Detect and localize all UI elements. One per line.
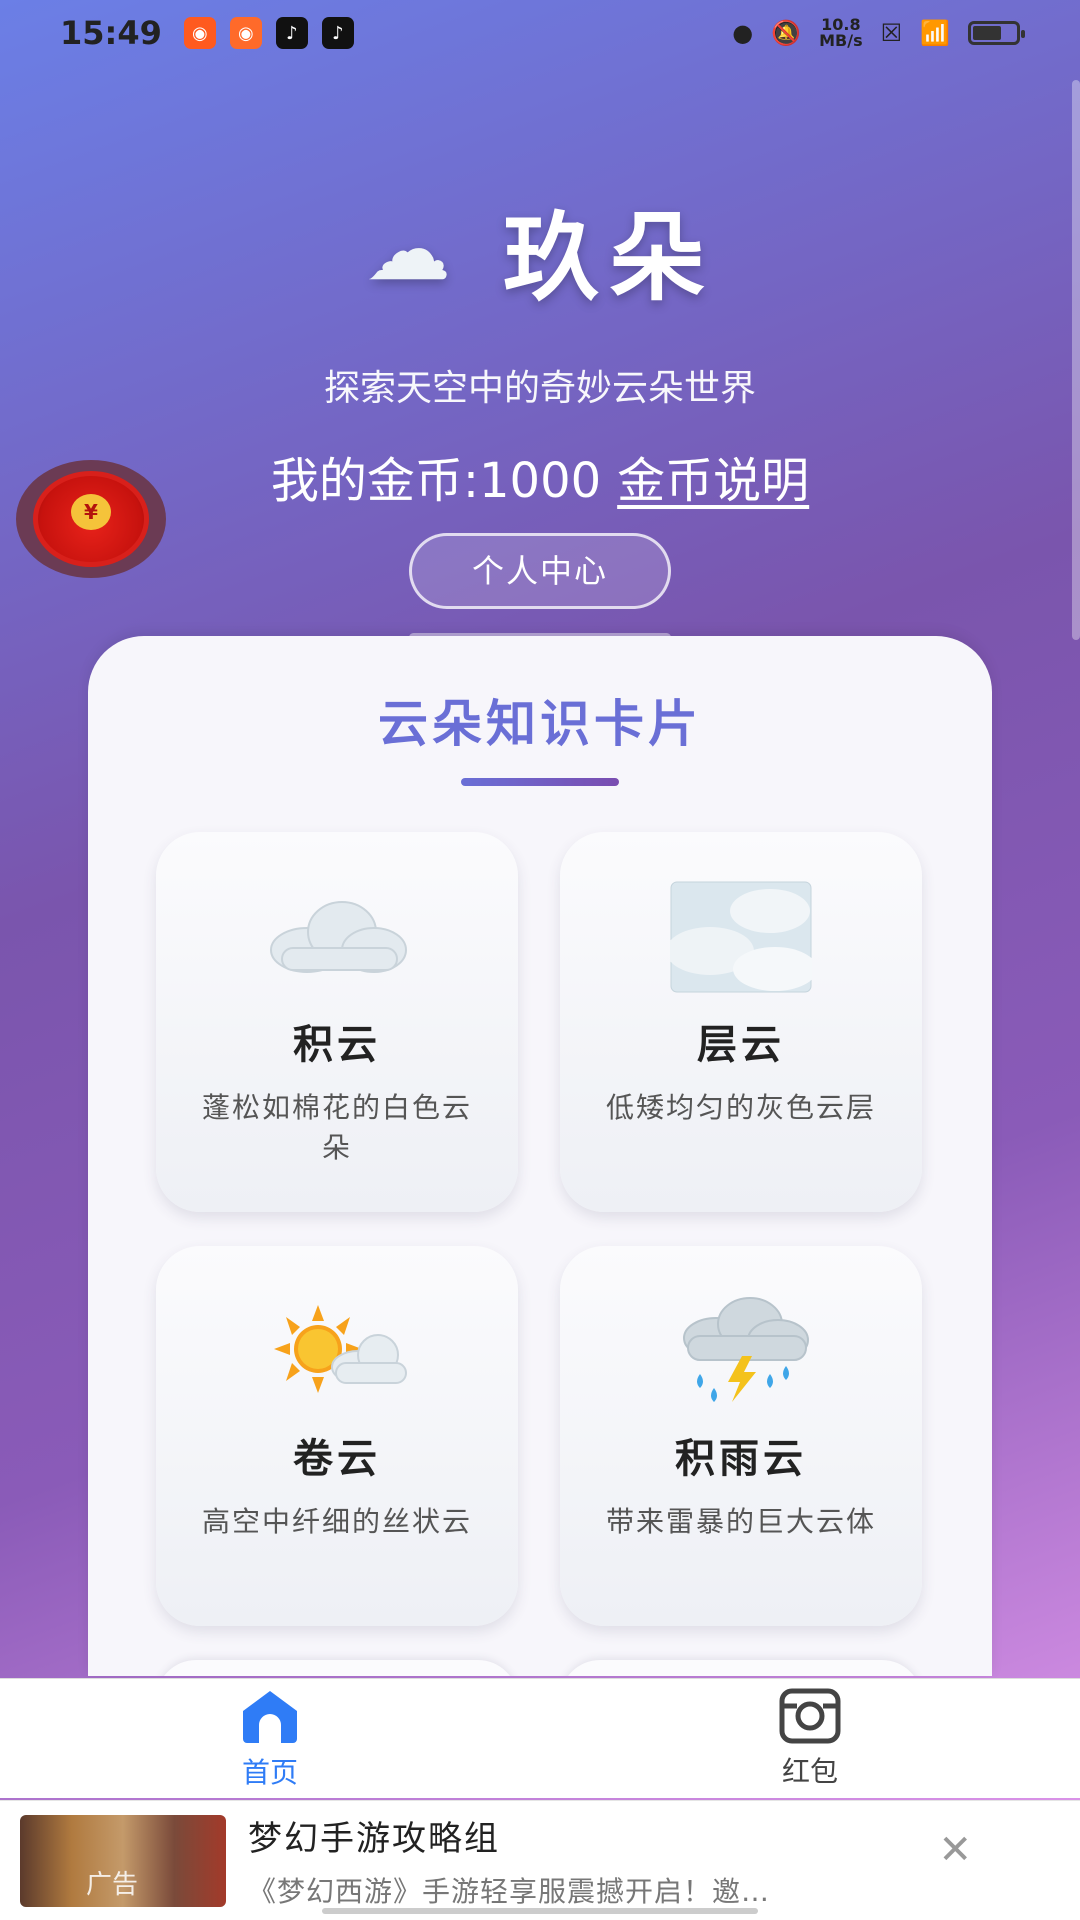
wifi-icon: 📶 bbox=[920, 19, 950, 47]
thunder-rain-cloud-icon bbox=[560, 1296, 922, 1406]
card-desc: 高空中纤细的丝状云 bbox=[201, 1505, 472, 1538]
panel-title: 云朵知识卡片 bbox=[378, 695, 702, 753]
card-name: 积雨云 bbox=[675, 1436, 807, 1482]
coins-balance: 我的金币:1000 bbox=[270, 453, 602, 509]
home-icon bbox=[243, 1690, 297, 1743]
card-desc: 带来雷暴的巨大云体 bbox=[605, 1505, 876, 1538]
bottom-nav: 首页 红包 bbox=[0, 1678, 1080, 1798]
app-subtitle: 探索天空中的奇妙云朵世界 bbox=[323, 368, 756, 409]
app-name: 玖朵 bbox=[503, 202, 715, 314]
cloud-card-partial[interactable] bbox=[560, 1660, 922, 1676]
cloud-icon: ☁ bbox=[365, 199, 461, 300]
fog-icon bbox=[560, 881, 922, 993]
status-time: 15:49 bbox=[60, 14, 162, 52]
ad-title: 梦幻手游攻略组 bbox=[248, 1819, 500, 1859]
cloud-card-grid: 积云 蓬松如棉花的白色云朵 层云 低矮均匀的灰色云层 卷云 高空中纤细的丝状云 … bbox=[156, 832, 926, 1676]
profile-button[interactable]: 个人中心 bbox=[409, 533, 671, 609]
cloud-card-cirrus[interactable]: 卷云 高空中纤细的丝状云 bbox=[156, 1246, 518, 1626]
battery-icon bbox=[968, 21, 1025, 45]
status-bar: 15:49 ◉ ◉ ♪ ♪ ● 🔕 10.8 MB/s ☒ 📶 bbox=[0, 0, 1080, 66]
card-name: 积云 bbox=[293, 1022, 381, 1068]
ad-text: 梦幻手游攻略组 《梦幻西游》手游轻享服震撼开启！邀… bbox=[248, 1811, 888, 1910]
net-speed: 10.8 MB/s bbox=[819, 15, 863, 50]
nav-redpacket[interactable]: 红包 bbox=[540, 1679, 1080, 1798]
panel-title-underline bbox=[461, 778, 619, 786]
cloud-card-stratus[interactable]: 层云 低矮均匀的灰色云层 bbox=[560, 832, 922, 1212]
app-title: ☁ 玖朵 bbox=[0, 180, 1080, 319]
douyin-icon: ♪ bbox=[275, 17, 308, 49]
sun-behind-cloud-icon bbox=[156, 1296, 518, 1406]
kuaishou-lite-icon: ◉ bbox=[229, 17, 262, 49]
card-name: 卷云 bbox=[293, 1436, 381, 1482]
ad-image: 广告 bbox=[20, 1814, 226, 1907]
card-name: 层云 bbox=[697, 1022, 785, 1068]
home-indicator bbox=[322, 1908, 758, 1914]
location-icon: ● bbox=[732, 19, 754, 47]
cloud-knowledge-panel: 云朵知识卡片 积云 蓬松如棉花的白色云朵 层云 低矮均匀的灰色云层 卷云 高空中… bbox=[88, 636, 992, 1676]
cloud-card-partial[interactable] bbox=[156, 1660, 518, 1676]
douyin-lite-icon: ♪ bbox=[321, 17, 354, 49]
coins-info-link[interactable]: 金币说明 bbox=[617, 453, 809, 509]
kuaishou-icon: ◉ bbox=[183, 17, 216, 49]
notification-icons: ◉ ◉ ♪ ♪ bbox=[183, 17, 354, 49]
sim-off-icon: ☒ bbox=[880, 19, 903, 47]
redpacket-icon: ¥ bbox=[33, 471, 149, 567]
floating-redpacket-button[interactable]: ¥ bbox=[16, 460, 166, 578]
card-desc: 蓬松如棉花的白色云朵 bbox=[201, 1091, 472, 1164]
ad-banner[interactable]: 广告 梦幻手游攻略组 《梦幻西游》手游轻享服震撼开启！邀… ✕ bbox=[0, 1800, 1080, 1920]
nav-home-label: 首页 bbox=[241, 1755, 298, 1789]
ad-tag: 广告 bbox=[86, 1869, 139, 1900]
redpacket-coin: ¥ bbox=[71, 494, 111, 530]
nav-redpacket-label: 红包 bbox=[781, 1754, 838, 1788]
status-right: ● 🔕 10.8 MB/s ☒ 📶 bbox=[732, 15, 1025, 50]
nav-home[interactable]: 首页 bbox=[0, 1679, 540, 1798]
mute-icon: 🔕 bbox=[771, 19, 802, 47]
cloud-card-cumulonimbus[interactable]: 积雨云 带来雷暴的巨大云体 bbox=[560, 1246, 922, 1626]
card-desc: 低矮均匀的灰色云层 bbox=[605, 1091, 876, 1124]
cloud-icon bbox=[156, 882, 518, 992]
ad-desc: 《梦幻西游》手游轻享服震撼开启！邀… bbox=[248, 1875, 771, 1908]
hero-section: ☁ 玖朵 探索天空中的奇妙云朵世界 我的金币:1000 金币说明 个人中心 bbox=[0, 180, 1080, 642]
cloud-card-cumulus[interactable]: 积云 蓬松如棉花的白色云朵 bbox=[156, 832, 518, 1212]
close-icon[interactable]: ✕ bbox=[938, 1827, 972, 1873]
camera-icon bbox=[779, 1688, 841, 1743]
